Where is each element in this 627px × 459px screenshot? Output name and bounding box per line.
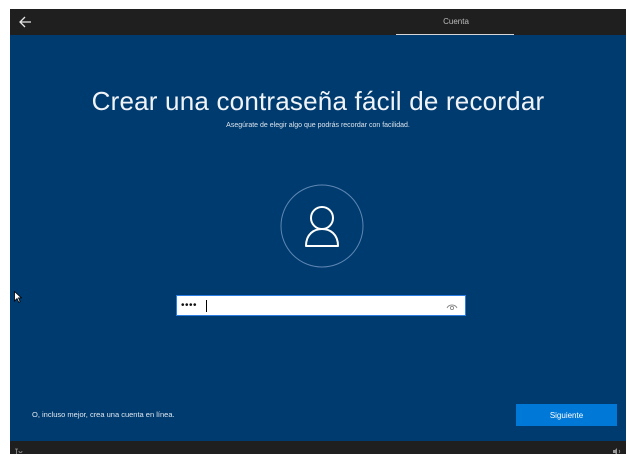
tab-underline [396, 34, 514, 35]
volume-icon [613, 448, 621, 454]
setup-window: Cuenta Crear una contraseña fácil de rec… [10, 9, 626, 454]
arrow-left-icon [19, 16, 31, 28]
password-value: •••• [181, 300, 198, 311]
volume-button[interactable] [612, 443, 622, 454]
reveal-password-button[interactable] [445, 299, 459, 313]
mouse-pointer-icon [14, 291, 22, 303]
user-icon [280, 184, 364, 268]
accessibility-icon [15, 448, 23, 454]
back-button[interactable] [16, 12, 36, 32]
page-title: Crear una contraseña fácil de recordar [91, 86, 545, 116]
tab-cuenta: Cuenta [443, 17, 469, 26]
password-input[interactable]: •••• [176, 295, 466, 316]
create-online-account-link[interactable]: O, incluso mejor, crea una cuenta en lín… [32, 410, 175, 419]
bottom-bar [10, 441, 626, 454]
page-subtitle: Asegúrate de elegir algo que podrás reco… [226, 122, 410, 129]
eye-icon [446, 304, 458, 311]
text-caret [206, 300, 207, 312]
avatar [280, 184, 364, 268]
next-button[interactable]: Siguiente [516, 404, 617, 426]
accessibility-button[interactable] [14, 443, 24, 454]
top-bar: Cuenta [10, 9, 626, 35]
